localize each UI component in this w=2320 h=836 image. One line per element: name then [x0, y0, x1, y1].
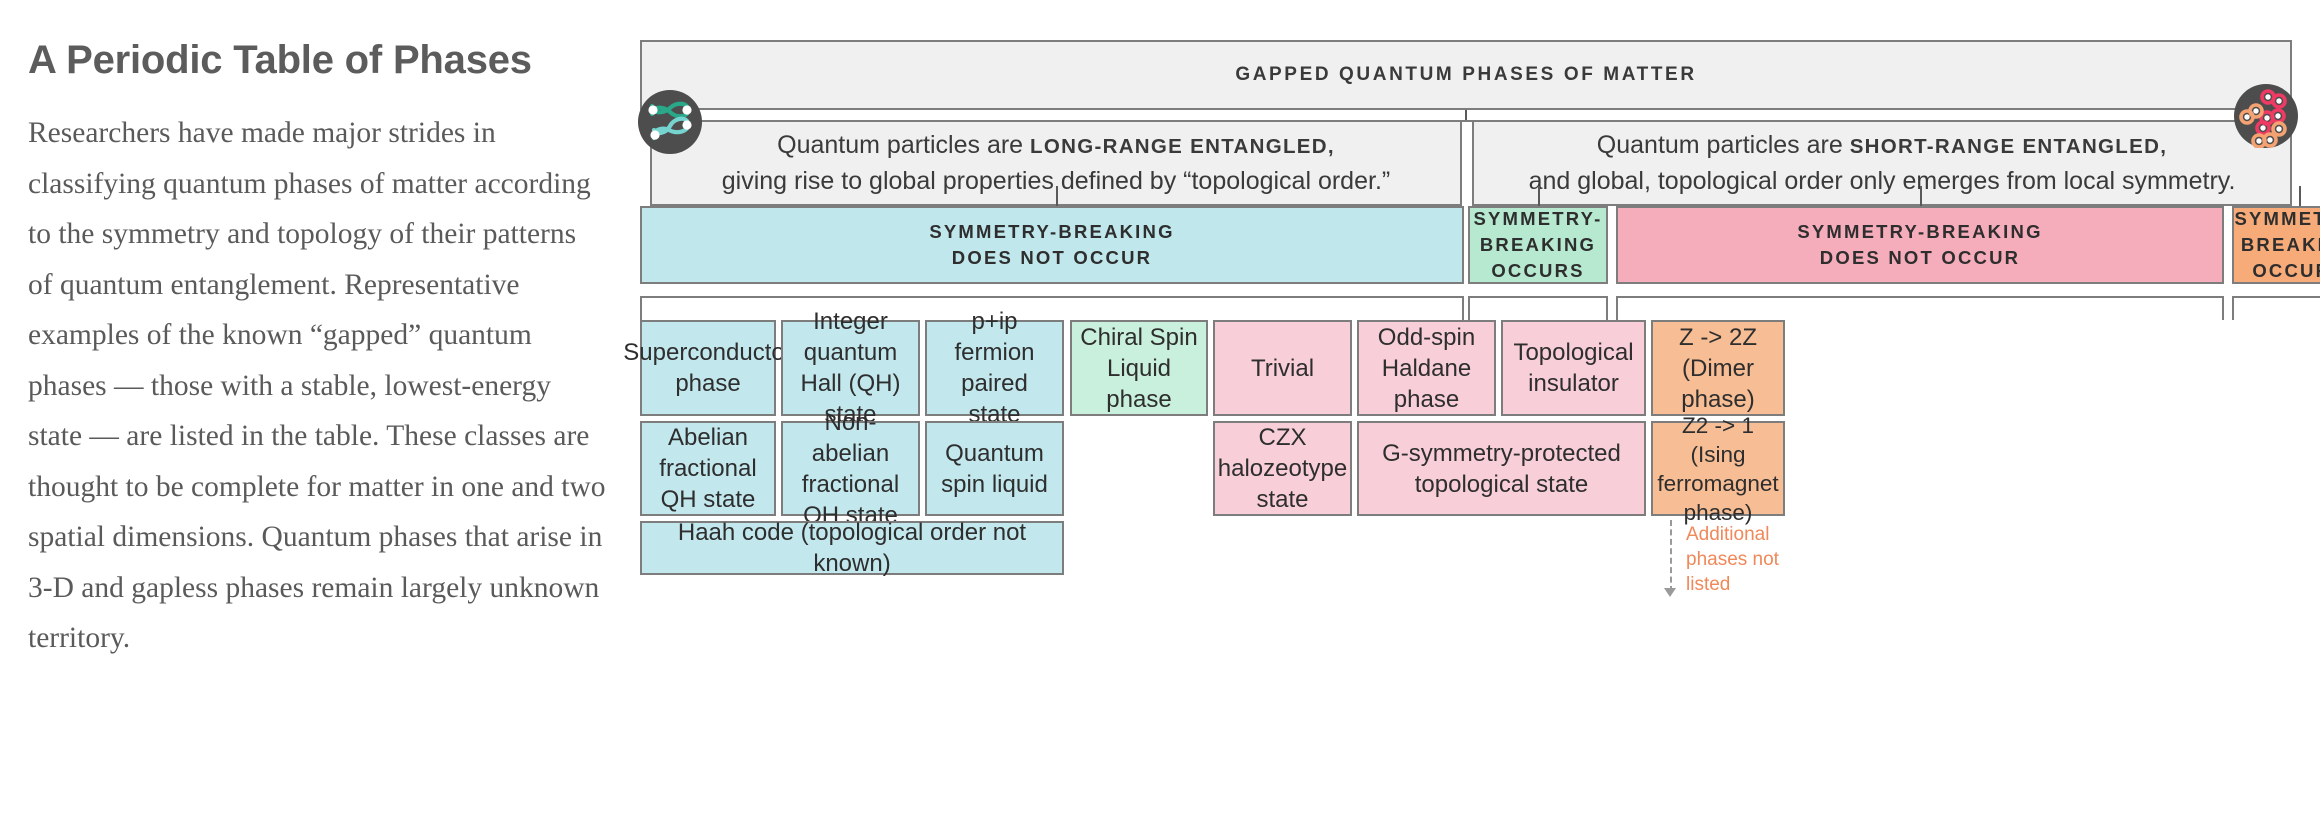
cell-z2-to-1-ising-ferromagnet-phase: Z2 -> 1 (Ising ferromagnet phase) — [1651, 421, 1785, 516]
branch-right-line1-prefix: Quantum particles are — [1597, 131, 1850, 159]
article-column: A Periodic Table of Phases Researchers h… — [28, 38, 608, 664]
diagram-banner: GAPPED QUANTUM PHASES OF MATTER — [640, 40, 2292, 110]
cell-integer-quantum-hall-state: Integer quantum Hall (QH) state — [781, 320, 920, 416]
cell-quantum-spin-liquid: Quantum spin liquid — [925, 421, 1064, 516]
additional-phases-note: Additional phases not listed — [1686, 522, 1796, 597]
branch-left-line1-prefix: Quantum particles are — [777, 131, 1030, 159]
cat-a-line2: DOES NOT OCCUR — [952, 245, 1152, 271]
cell-abelian-fractional-qh-state: Abelian fractional QH state — [640, 421, 776, 516]
category-header-lre-no-symmetry-breaking: SYMMETRY-BREAKING DOES NOT OCCUR — [640, 206, 1464, 284]
cell-topological-insulator: Topological insulator — [1501, 320, 1646, 416]
additional-phases-dashline — [1670, 520, 1672, 592]
cell-chiral-spin-liquid-phase: Chiral Spin Liquid phase — [1070, 320, 1208, 416]
cell-haah-code: Haah code (topological order not known) — [640, 521, 1064, 575]
cat-b-line1: SYMMETRY- — [1473, 206, 1602, 232]
cell-non-abelian-fractional-qh-state: Non-abelian fractional QH state — [781, 421, 920, 516]
cell-pip-fermion-paired-state: p+ip fermion paired state — [925, 320, 1064, 416]
cat-d-line2: BREAKING — [2241, 232, 2320, 258]
article-body: Researchers have made major strides in c… — [28, 108, 608, 664]
branch-right-line1: Quantum particles are SHORT-RANGE ENTANG… — [1597, 128, 2167, 164]
cat-d-line3: OCCURS — [2252, 258, 2320, 284]
connector-stem-cat-d — [2299, 186, 2301, 206]
cat-b-line2: BREAKING — [1480, 232, 1596, 258]
cell-trivial: Trivial — [1213, 320, 1352, 416]
branch-right-line2: and global, topological order only emerg… — [1529, 164, 2236, 198]
cat-b-line3: OCCURS — [1491, 258, 1584, 284]
branch-left-line1-caps: LONG-RANGE ENTANGLED, — [1030, 135, 1335, 158]
additional-phases-arrow-icon — [1664, 588, 1676, 597]
branch-right-line1-caps: SHORT-RANGE ENTANGLED, — [1850, 135, 2168, 158]
entangled-loops-icon — [638, 90, 702, 154]
cell-odd-spin-haldane-phase: Odd-spin Haldane phase — [1357, 320, 1496, 416]
branch-left-line1: Quantum particles are LONG-RANGE ENTANGL… — [777, 128, 1335, 164]
page-title: A Periodic Table of Phases — [28, 38, 608, 82]
branch-short-range-entangled: Quantum particles are SHORT-RANGE ENTANG… — [1472, 120, 2292, 206]
banner-label: GAPPED QUANTUM PHASES OF MATTER — [1235, 64, 1696, 86]
bracket-cat-c — [1616, 296, 2224, 320]
connector-stem-cat-a — [1056, 186, 1058, 206]
cell-czx-halozeotype-state: CZX halozeotype state — [1213, 421, 1352, 516]
cell-z-to-2z-dimer-phase: Z -> 2Z (Dimer phase) — [1651, 320, 1785, 416]
paired-rings-icon — [2234, 84, 2298, 148]
phases-diagram: GAPPED QUANTUM PHASES OF MATTER Quantum … — [640, 40, 2292, 808]
connector-stem-cat-b — [1538, 186, 1540, 206]
bracket-cat-d — [2232, 296, 2320, 320]
cat-d-line1: SYMMETRY- — [2234, 206, 2320, 232]
cat-c-line1: SYMMETRY-BREAKING — [1797, 219, 2042, 245]
cell-g-symmetry-protected-topological-state: G-symmetry-protected topological state — [1357, 421, 1646, 516]
cell-superconductor-phase: Superconductor phase — [640, 320, 776, 416]
category-header-sre-no-symmetry-breaking: SYMMETRY-BREAKING DOES NOT OCCUR — [1616, 206, 2224, 284]
infographic-root: A Periodic Table of Phases Researchers h… — [0, 0, 2320, 836]
cat-c-line2: DOES NOT OCCUR — [1820, 245, 2020, 271]
bracket-cat-b — [1468, 296, 1608, 320]
category-header-sre-symmetry-breaking: SYMMETRY- BREAKING OCCURS — [2232, 206, 2320, 284]
category-header-lre-symmetry-breaking: SYMMETRY- BREAKING OCCURS — [1468, 206, 1608, 284]
cat-a-line1: SYMMETRY-BREAKING — [929, 219, 1174, 245]
connector-stem-cat-c — [1920, 186, 1922, 206]
